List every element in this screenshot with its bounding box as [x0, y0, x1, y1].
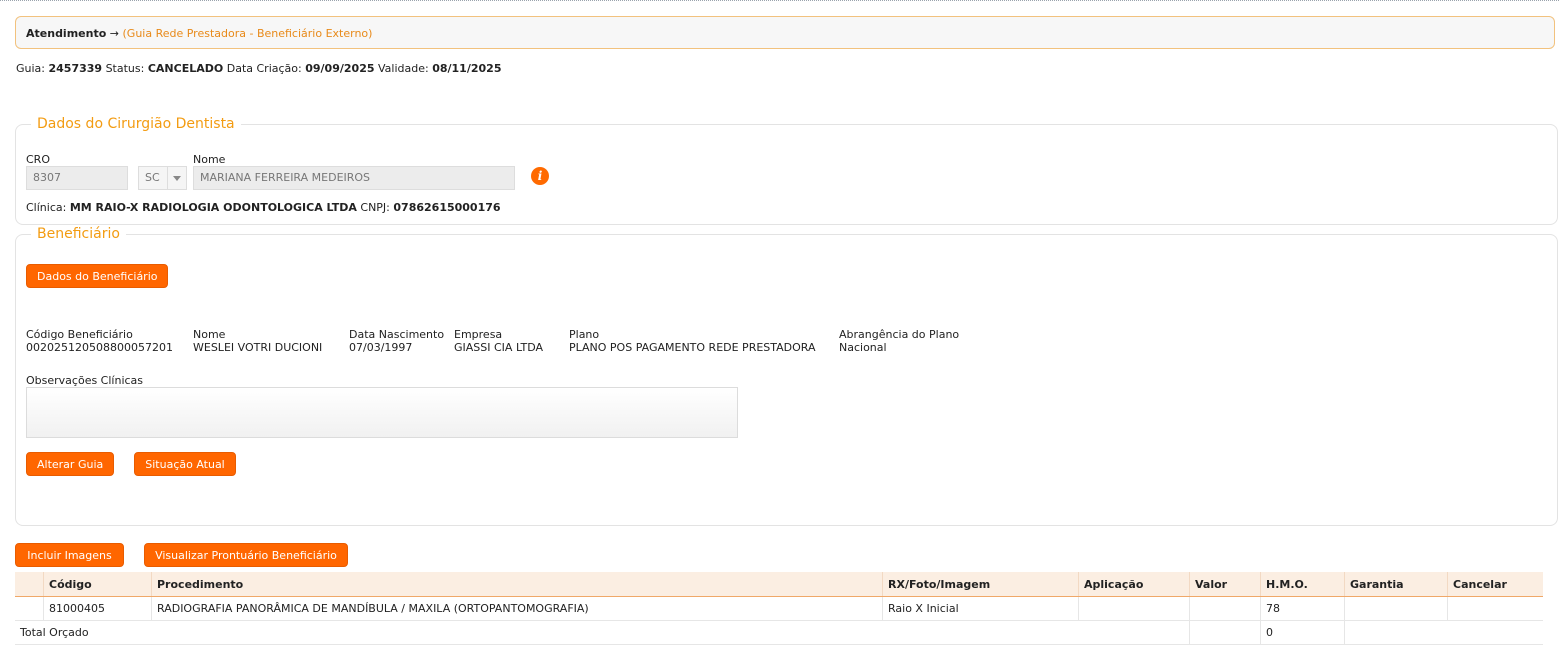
top-divider	[0, 0, 1559, 2]
visualizar-prontuario-button[interactable]: Visualizar Prontuário Beneficiário	[144, 543, 348, 567]
plano-value: PLANO POS PAGAMENTO REDE PRESTADORA	[569, 341, 816, 354]
col-codigo[interactable]: Código	[43, 572, 152, 597]
row-procedimento: RADIOGRAFIA PANORÂMICA DE MANDÍBULA / MA…	[151, 596, 883, 621]
status-label: Status:	[105, 62, 145, 75]
empresa-label: Empresa	[454, 328, 503, 341]
nome-beneficiario-label: Nome	[193, 328, 226, 341]
row-garantia	[1344, 596, 1448, 621]
breadcrumb-section[interactable]: Atendimento	[26, 27, 106, 40]
chevron-down-icon[interactable]	[167, 167, 186, 189]
incluir-imagens-button[interactable]: Incluir Imagens	[15, 543, 124, 567]
nascimento-value: 07/03/1997	[349, 341, 413, 354]
breadcrumb-arrow: →	[109, 27, 119, 40]
col-valor[interactable]: Valor	[1189, 572, 1261, 597]
col-garantia[interactable]: Garantia	[1344, 572, 1448, 597]
beneficiario-panel: Beneficiário	[15, 226, 1558, 526]
nome-dentista-field[interactable]: MARIANA FERREIRA MEDEIROS	[193, 166, 515, 190]
criacao-label: Data Criação:	[226, 62, 302, 75]
row-valor	[1189, 596, 1261, 621]
procedimentos-table: Código Procedimento RX/Foto/Imagem Aplic…	[15, 572, 1543, 645]
clinica-line: Clínica: MM RAIO-X RADIOLOGIA ODONTOLOGI…	[26, 201, 501, 214]
observacoes-textarea[interactable]	[26, 387, 738, 438]
guia-label: Guia:	[16, 62, 45, 75]
empresa-value: GIASSI CIA LTDA	[454, 341, 544, 354]
nome-dentista-label: Nome	[193, 153, 226, 166]
col-cancelar[interactable]: Cancelar	[1447, 572, 1543, 597]
row-rx: Raio X Inicial	[882, 596, 1079, 621]
uf-select[interactable]: SC	[138, 166, 187, 190]
total-filler	[1344, 620, 1543, 645]
codigo-beneficiario-value: 002025120508800057201	[26, 341, 173, 354]
dentista-legend: Dados do Cirurgião Dentista	[37, 116, 235, 132]
col-procedimento[interactable]: Procedimento	[151, 572, 883, 597]
guia-summary: Guia: 2457339 Status: CANCELADO Data Cri…	[16, 62, 501, 75]
nome-beneficiario-value: WESLEI VOTRI DUCIONI	[193, 341, 323, 354]
col-aplicacao[interactable]: Aplicação	[1078, 572, 1190, 597]
abrangencia-label: Abrangência do Plano	[839, 328, 960, 341]
observacoes-label: Observações Clínicas	[26, 374, 144, 387]
row-hmo: 78	[1260, 596, 1345, 621]
col-check	[15, 572, 44, 597]
codigo-beneficiario-label: Código Beneficiário	[26, 328, 133, 341]
cro-label: CRO	[26, 153, 50, 166]
total-row: Total Orçado 0	[15, 620, 1543, 645]
situacao-atual-button[interactable]: Situação Atual	[134, 452, 236, 476]
plano-label: Plano	[569, 328, 600, 341]
status-value: CANCELADO	[147, 62, 224, 75]
row-aplicacao	[1078, 596, 1190, 621]
total-hmo: 0	[1260, 620, 1345, 645]
breadcrumb-current: (Guia Rede Prestadora - Beneficiário Ext…	[122, 27, 373, 40]
validade-value: 08/11/2025	[432, 62, 502, 75]
nascimento-label: Data Nascimento	[349, 328, 445, 341]
abrangencia-value: Nacional	[839, 341, 887, 354]
breadcrumb: Atendimento → (Guia Rede Prestadora - Be…	[15, 16, 1555, 49]
info-icon[interactable]: i	[531, 167, 549, 185]
dados-beneficiario-button[interactable]: Dados do Beneficiário	[26, 264, 168, 288]
guia-number: 2457339	[48, 62, 103, 75]
clinica-value: MM RAIO-X RADIOLOGIA ODONTOLOGICA LTDA	[69, 201, 357, 214]
col-rx[interactable]: RX/Foto/Imagem	[882, 572, 1079, 597]
table-row[interactable]: 81000405 RADIOGRAFIA PANORÂMICA DE MANDÍ…	[15, 596, 1543, 621]
table-header-row: Código Procedimento RX/Foto/Imagem Aplic…	[15, 572, 1543, 597]
row-check[interactable]	[15, 596, 44, 621]
row-codigo: 81000405	[43, 596, 152, 621]
row-cancelar[interactable]	[1447, 596, 1543, 621]
cro-field[interactable]: 8307	[26, 166, 128, 190]
uf-select-value: SC	[145, 171, 160, 184]
cnpj-value: 07862615000176	[393, 201, 501, 214]
validade-label: Validade:	[378, 62, 429, 75]
cnpj-label: CNPJ:	[360, 201, 390, 214]
total-label: Total Orçado	[15, 620, 1190, 645]
col-hmo[interactable]: H.M.O.	[1260, 572, 1345, 597]
alterar-guia-button[interactable]: Alterar Guia	[26, 452, 114, 476]
criacao-value: 09/09/2025	[305, 62, 375, 75]
clinica-label: Clínica:	[26, 201, 67, 214]
total-valor	[1189, 620, 1261, 645]
beneficiario-legend: Beneficiário	[37, 226, 120, 242]
